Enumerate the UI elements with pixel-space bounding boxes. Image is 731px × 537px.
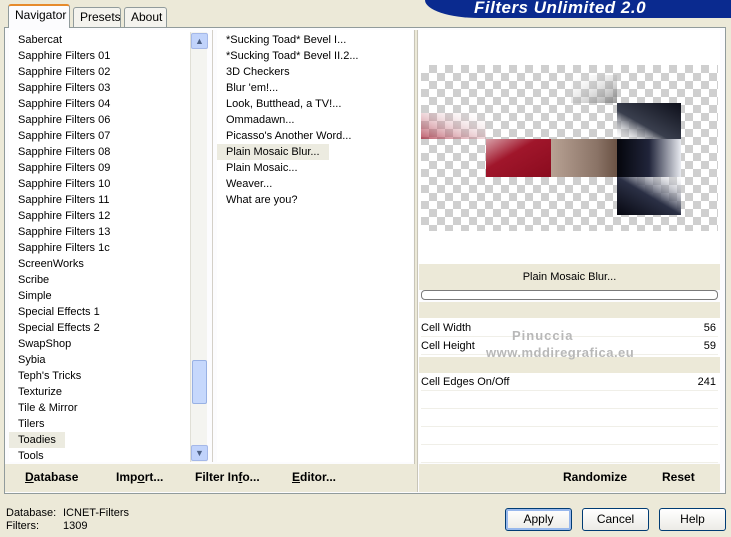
scrollbar-thumb[interactable] (192, 360, 207, 404)
filter-item[interactable]: Picasso's Another Word... (217, 128, 360, 144)
category-item[interactable]: Sapphire Filters 11 (9, 192, 119, 208)
param-label: Cell Width (421, 322, 472, 334)
category-item[interactable]: SwapShop (9, 336, 80, 352)
divider (414, 30, 418, 492)
category-list[interactable]: Sabercat Sapphire Filters 01 Sapphire Filt… (9, 30, 190, 462)
filter-item[interactable]: Weaver... (217, 176, 281, 192)
tab-about[interactable]: About (124, 7, 167, 27)
chevron-up-icon[interactable]: ▲ (191, 33, 208, 49)
category-item[interactable]: Special Effects 1 (9, 304, 109, 320)
param-label: Cell Height (421, 340, 475, 352)
param-value: 59 (703, 340, 716, 352)
category-item[interactable]: Sapphire Filters 12 (9, 208, 119, 224)
filter-item[interactable]: Ommadawn... (217, 112, 303, 128)
category-item[interactable]: Sapphire Filters 03 (9, 80, 119, 96)
category-item[interactable]: Sybia (9, 352, 55, 368)
status-filters-label: Filters: (6, 520, 39, 532)
category-item[interactable]: Sapphire Filters 10 (9, 176, 119, 192)
reset-button[interactable]: Reset (662, 470, 695, 484)
category-item[interactable]: Sapphire Filters 09 (9, 160, 119, 176)
category-item[interactable]: Sapphire Filters 02 (9, 64, 119, 80)
category-item[interactable]: Tile & Mirror (9, 400, 86, 416)
category-item[interactable]: Sapphire Filters 04 (9, 96, 119, 112)
category-item[interactable]: Tilers (9, 416, 53, 432)
category-item[interactable]: Texturize (9, 384, 71, 400)
divider (212, 30, 213, 462)
preview-image-graphic (421, 75, 681, 215)
filter-item[interactable]: 3D Checkers (217, 64, 299, 80)
help-button[interactable]: Help (659, 508, 726, 531)
preview-image (421, 65, 718, 231)
status-filters-value: 1309 (63, 520, 88, 532)
filter-item[interactable]: *Sucking Toad* Bevel II.2... (217, 48, 368, 64)
params-header (419, 302, 720, 318)
param-empty (421, 392, 718, 409)
category-item[interactable]: Sabercat (9, 32, 71, 48)
chevron-down-icon[interactable]: ▼ (191, 445, 208, 461)
param-empty (421, 410, 718, 427)
filter-info-button[interactable]: Filter Info... (195, 470, 260, 484)
filter-item[interactable]: Blur 'em!... (217, 80, 287, 96)
filter-list[interactable]: *Sucking Toad* Bevel I... *Sucking Toad* … (217, 30, 413, 462)
tab-navigator[interactable]: Navigator (8, 4, 70, 28)
apply-button[interactable]: Apply (505, 508, 572, 531)
filter-item[interactable]: Plain Mosaic Blur... (217, 144, 329, 160)
randomize-button[interactable]: Randomize (563, 470, 627, 484)
filters-unlimited-banner: Filters Unlimited 2.0 (425, 0, 731, 18)
category-item[interactable]: Tools (9, 448, 53, 462)
param-label: Cell Edges On/Off (421, 376, 510, 388)
filter-item[interactable]: Plain Mosaic... (217, 160, 307, 176)
watermark-line2: www.mddiregrafica.eu (486, 345, 635, 360)
database-button[interactable]: Database (25, 470, 78, 484)
filter-item[interactable]: Look, Butthead, a TV!... (217, 96, 350, 112)
category-item[interactable]: ScreenWorks (9, 256, 93, 272)
progress-bar (421, 290, 718, 300)
watermark-line1: Pinuccia (512, 328, 574, 343)
category-scrollbar[interactable]: ▲ ▼ (190, 32, 208, 462)
category-item[interactable]: Sapphire Filters 13 (9, 224, 119, 240)
category-item[interactable]: Scribe (9, 272, 58, 288)
status-database-label: Database: (6, 507, 57, 519)
filter-item[interactable]: *Sucking Toad* Bevel I... (217, 32, 355, 48)
cancel-button[interactable]: Cancel (582, 508, 649, 531)
param-empty (421, 428, 718, 445)
category-item[interactable]: Sapphire Filters 01 (9, 48, 119, 64)
import-button[interactable]: Import... (116, 470, 163, 484)
param-empty (421, 446, 718, 463)
param-value: 241 (697, 376, 716, 388)
category-item[interactable]: Sapphire Filters 07 (9, 128, 119, 144)
category-item[interactable]: Sapphire Filters 1c (9, 240, 119, 256)
tab-presets[interactable]: Presets (73, 7, 121, 27)
param-cell-edges[interactable]: Cell Edges On/Off 241 (421, 374, 718, 391)
category-item[interactable]: Teph's Tricks (9, 368, 90, 384)
editor-button[interactable]: Editor... (292, 470, 336, 484)
param-value: 56 (703, 322, 716, 334)
category-item[interactable]: Sapphire Filters 08 (9, 144, 119, 160)
category-item[interactable]: Toadies (9, 432, 65, 448)
filter-name-label: Plain Mosaic Blur... (419, 264, 720, 290)
category-item[interactable]: Sapphire Filters 06 (9, 112, 119, 128)
category-item[interactable]: Special Effects 2 (9, 320, 109, 336)
status-database-value: ICNET-Filters (63, 507, 129, 519)
filter-item[interactable]: What are you? (217, 192, 307, 208)
category-item[interactable]: Simple (9, 288, 61, 304)
